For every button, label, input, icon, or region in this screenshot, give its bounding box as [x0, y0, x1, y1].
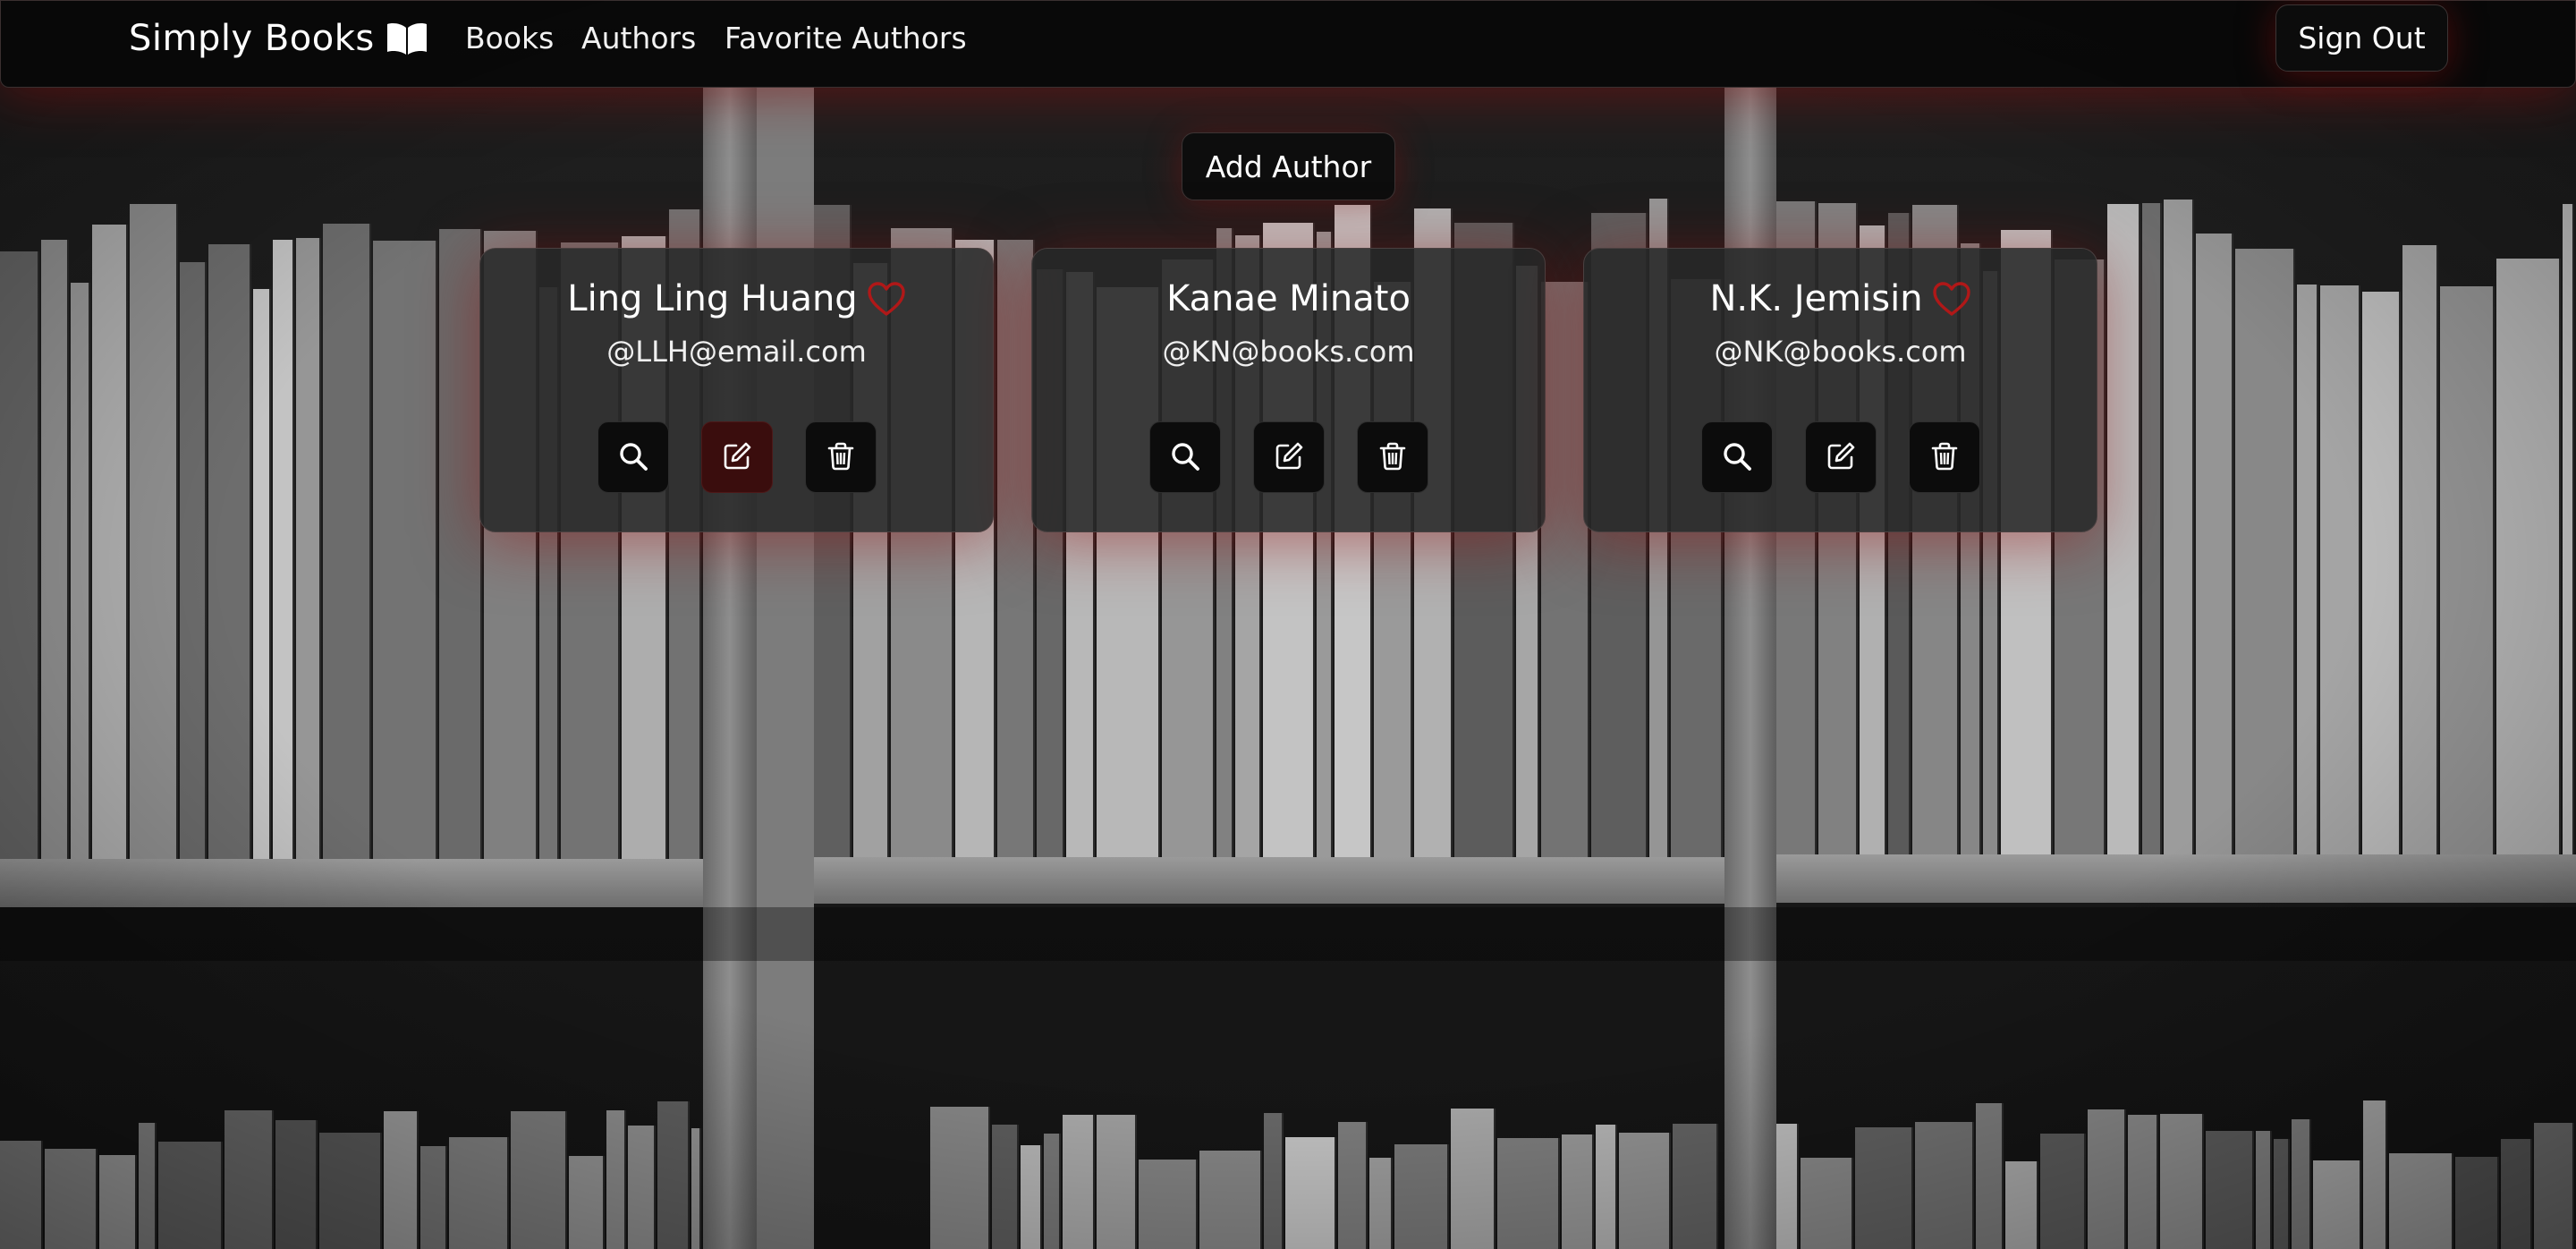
sign-out-button[interactable]: Sign Out — [2275, 4, 2448, 72]
open-book-icon — [386, 21, 428, 55]
nav-link-favorite-authors[interactable]: Favorite Authors — [724, 20, 967, 57]
nav-link-books[interactable]: Books — [465, 20, 554, 57]
pencil-square-icon — [1274, 441, 1304, 474]
edit-author-button[interactable] — [1804, 421, 1877, 493]
author-card-actions — [1032, 421, 1545, 493]
heart-icon[interactable] — [1932, 281, 1971, 317]
pencil-square-icon — [1826, 441, 1856, 474]
author-card-title: Ling Ling Huang — [480, 276, 993, 322]
author-card-actions — [480, 421, 993, 493]
navbar: Simply Books Books Authors Favorite Auth… — [0, 0, 2576, 88]
trash-icon — [826, 441, 856, 474]
author-email: @LLH@email.com — [606, 335, 867, 369]
author-card: N.K. Jemisin @NK@books.com — [1583, 248, 2097, 532]
delete-author-button[interactable] — [1356, 421, 1428, 493]
author-card-actions — [1584, 421, 2097, 493]
author-name: N.K. Jemisin — [1709, 278, 1923, 319]
brand-name: Simply Books — [129, 18, 375, 59]
author-card: Ling Ling Huang @LLH@email.com — [479, 248, 994, 532]
view-author-button[interactable] — [1700, 421, 1773, 493]
delete-author-button[interactable] — [804, 421, 877, 493]
search-icon — [1170, 441, 1200, 474]
author-card-title: N.K. Jemisin — [1584, 276, 2097, 322]
view-author-button[interactable] — [1148, 421, 1221, 493]
trash-icon — [1929, 441, 1960, 474]
nav-link-authors[interactable]: Authors — [581, 20, 696, 57]
view-author-button[interactable] — [597, 421, 669, 493]
brand-link[interactable]: Simply Books — [129, 15, 428, 62]
trash-icon — [1377, 441, 1408, 474]
author-email: @KN@books.com — [1162, 335, 1415, 369]
pencil-square-icon — [722, 441, 752, 474]
search-icon — [1722, 441, 1752, 474]
author-name: Kanae Minato — [1166, 278, 1411, 319]
heart-icon[interactable] — [867, 281, 906, 317]
edit-author-button[interactable] — [700, 421, 773, 493]
author-card: Kanae Minato @KN@books.com — [1031, 248, 1546, 532]
search-icon — [618, 441, 648, 474]
author-email: @NK@books.com — [1714, 335, 1967, 369]
author-card-title: Kanae Minato — [1032, 276, 1545, 322]
delete-author-button[interactable] — [1908, 421, 1980, 493]
edit-author-button[interactable] — [1252, 421, 1325, 493]
add-author-button[interactable]: Add Author — [1182, 132, 1395, 200]
author-name: Ling Ling Huang — [567, 278, 858, 319]
